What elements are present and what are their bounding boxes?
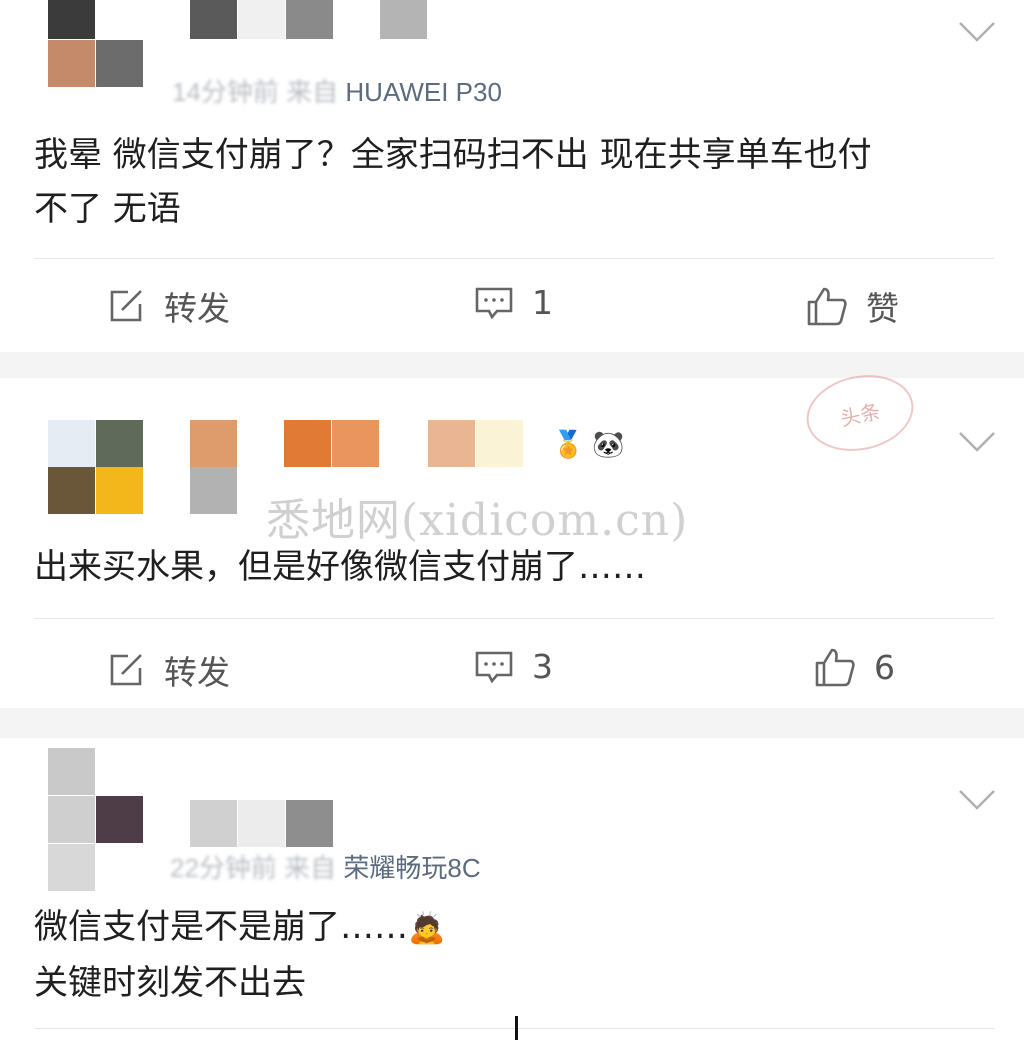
comment-count: 1 [532, 282, 553, 322]
content-text: 微信支付是不是崩了…… [34, 907, 408, 947]
post-content: 微信支付是不是崩了……🙇 关键时刻发不出去 [34, 900, 445, 1010]
device-name: HUAWEI P30 [345, 77, 502, 107]
comment-count: 3 [532, 646, 553, 686]
post-time: 22分钟前 [170, 853, 277, 883]
divider [34, 258, 994, 259]
comment-button[interactable]: 3 [474, 646, 553, 686]
content-line: 不了 无语 [34, 189, 181, 229]
repost-icon [110, 654, 142, 686]
content-line: 微信支付是不是崩了……🙇 [34, 900, 445, 956]
like-button[interactable]: 赞 [806, 282, 899, 330]
like-label: 赞 [866, 289, 899, 328]
post-meta: 14分钟前 来自 HUAWEI P30 [172, 72, 502, 109]
repost-label: 转发 [164, 289, 230, 328]
content-line: 关键时刻发不出去 [34, 963, 306, 1003]
repost-button[interactable]: 转发 [106, 646, 230, 694]
content-line: 我晕 微信支付崩了？全家扫码扫不出 现在共享单车也付 [34, 135, 872, 175]
comment-button[interactable]: 1 [474, 282, 553, 322]
comment-icon [475, 287, 513, 320]
post-card: 14分钟前 来自 HUAWEI P30 我晕 微信支付崩了？全家扫码扫不出 现在… [0, 0, 1024, 352]
emoji-icon: 🙇 [408, 911, 446, 946]
watermark: 悉地网(xidicom.cn) [266, 495, 689, 546]
post-content: 我晕 微信支付崩了？全家扫码扫不出 现在共享单车也付 不了 无语 [34, 128, 872, 236]
content-line: 出来买水果，但是好像微信支付崩了…… [34, 547, 646, 587]
chevron-down-icon[interactable] [958, 788, 996, 812]
post-card: 22分钟前 来自 荣耀畅玩8C 微信支付是不是崩了……🙇 关键时刻发不出去 [0, 738, 1024, 1040]
repost-icon [110, 290, 142, 322]
post-meta: 22分钟前 来自 荣耀畅玩8C [170, 848, 481, 885]
medal-icon: 🏅 [552, 430, 585, 460]
panda-icon: 🐼 [592, 430, 625, 460]
repost-button[interactable]: 转发 [106, 282, 230, 330]
divider [34, 618, 994, 619]
comment-icon [475, 651, 513, 684]
repost-label: 转发 [164, 653, 230, 692]
chevron-down-icon[interactable] [958, 20, 996, 44]
like-icon [815, 648, 855, 687]
post-content: 出来买水果，但是好像微信支付崩了…… [34, 540, 646, 594]
source-prefix: 来自 [286, 77, 339, 107]
divider [34, 1028, 994, 1029]
post-time: 14分钟前 [172, 77, 279, 107]
stamp-text: 头条 [838, 398, 883, 431]
source-prefix: 来自 [284, 853, 337, 883]
like-icon [807, 287, 847, 326]
device-name: 荣耀畅玩8C [343, 853, 481, 883]
like-button[interactable]: 6 [814, 646, 895, 688]
like-count: 6 [874, 647, 895, 687]
text-cursor [515, 1016, 518, 1040]
chevron-down-icon[interactable] [958, 430, 996, 454]
